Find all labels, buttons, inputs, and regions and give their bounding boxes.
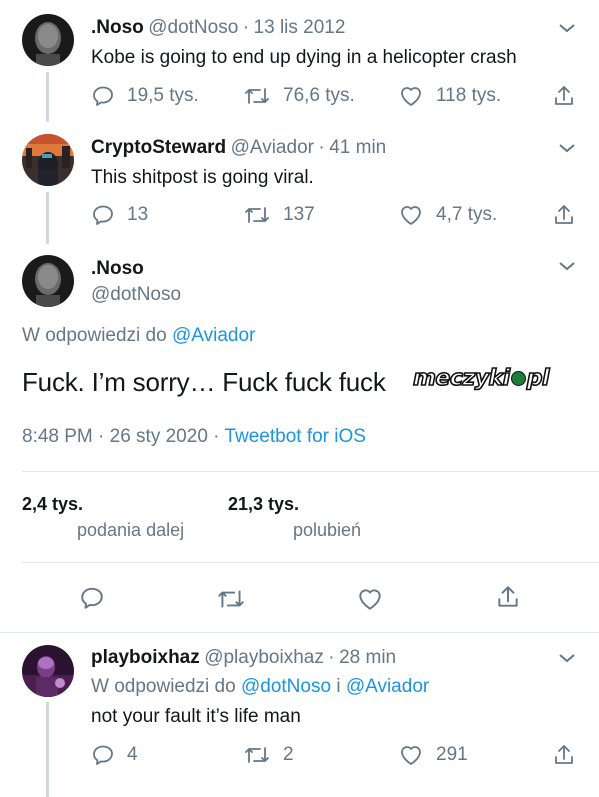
chevron-down-icon[interactable] <box>558 22 576 34</box>
like-button[interactable]: 4,7 tys. <box>398 203 497 227</box>
user-handle[interactable]: @dotNoso <box>91 284 181 306</box>
separator: · <box>328 647 335 668</box>
retweet-icon <box>245 88 269 104</box>
reply-icon[interactable] <box>79 585 105 611</box>
tweet-header: .Noso @dotNoso · 13 lis 2012 <box>91 17 345 39</box>
chevron-down-icon[interactable] <box>558 260 576 272</box>
client-link[interactable]: Tweetbot for iOS <box>224 426 366 447</box>
retweets-label[interactable]: podania dalej <box>77 520 184 541</box>
retweet-icon <box>245 747 269 763</box>
retweet-icon <box>245 207 269 223</box>
tweet-date[interactable]: 13 lis 2012 <box>254 17 346 38</box>
like-button[interactable]: 118 tys. <box>398 84 501 108</box>
avatar[interactable] <box>22 134 74 186</box>
chevron-down-icon[interactable] <box>558 652 576 664</box>
reply-context: W odpowiedzi do @Aviador <box>22 325 255 347</box>
separator: · <box>242 17 250 38</box>
retweet-icon[interactable] <box>216 586 246 612</box>
reply-icon <box>93 205 113 225</box>
reply-count: 4 <box>127 744 138 765</box>
like-count: 118 tys. <box>436 85 502 106</box>
mention-link[interactable]: @dotNoso <box>241 676 331 697</box>
divider <box>22 562 599 563</box>
user-name[interactable]: .Noso <box>91 17 144 38</box>
tweet-header: playboixhaz @playboixhaz · 28 min <box>91 647 396 669</box>
retweet-button[interactable]: 137 <box>243 203 315 227</box>
reply-count: 19,5 tys. <box>127 85 199 106</box>
retweet-button[interactable]: 76,6 tys. <box>243 84 355 108</box>
chevron-down-icon[interactable] <box>558 142 576 154</box>
tweet-time: 8:48 PM · 26 sty 2020 · <box>22 426 220 447</box>
like-icon[interactable] <box>356 586 384 612</box>
like-icon <box>401 746 421 765</box>
user-handle[interactable]: @playboixhaz <box>204 647 324 668</box>
retweets-count[interactable]: 2,4 tys. <box>22 494 83 515</box>
avatar[interactable] <box>22 14 74 66</box>
like-count: 291 <box>436 744 468 765</box>
like-button[interactable]: 291 <box>398 743 468 767</box>
reply-icon <box>93 745 113 765</box>
tweet-meta: 8:48 PM · 26 sty 2020 · Tweetbot for iOS <box>22 426 366 448</box>
like-icon <box>401 87 421 106</box>
reply-button[interactable]: 4 <box>91 743 138 767</box>
thread-line <box>46 702 49 797</box>
reply-button[interactable]: 13 <box>91 203 148 227</box>
like-icon <box>401 206 421 225</box>
share-icon[interactable] <box>495 584 521 610</box>
thread-line <box>46 72 49 122</box>
tweet-text: not your fault it’s life man <box>91 706 301 727</box>
reply-button[interactable]: 19,5 tys. <box>91 84 199 108</box>
reply-prefix: W odpowiedzi do <box>22 325 167 346</box>
divider <box>0 632 599 633</box>
divider <box>22 471 599 472</box>
reply-context: W odpowiedzi do @dotNoso i @Aviador <box>91 676 429 698</box>
retweet-count: 2 <box>283 744 294 765</box>
likes-count[interactable]: 21,3 tys. <box>228 494 299 515</box>
reply-count: 13 <box>127 204 149 225</box>
retweet-count: 76,6 tys. <box>283 85 355 106</box>
separator: · <box>318 137 325 158</box>
user-name[interactable]: .Noso <box>91 258 144 280</box>
tweet-header: CryptoSteward @Aviador · 41 min <box>91 137 386 159</box>
reply-joiner: i <box>336 676 341 697</box>
likes-label[interactable]: polubień <box>293 520 361 541</box>
retweet-button[interactable]: 2 <box>243 743 294 767</box>
tweet-text: This shitpost is going viral. <box>91 167 314 188</box>
avatar[interactable] <box>22 255 74 307</box>
mention-link[interactable]: @Aviador <box>172 325 255 346</box>
mention-link[interactable]: @Aviador <box>346 676 429 697</box>
avatar[interactable] <box>22 645 74 697</box>
thread-line <box>46 192 49 244</box>
tweet-date[interactable]: 28 min <box>339 647 396 668</box>
user-name[interactable]: playboixhaz <box>91 647 200 668</box>
like-count: 4,7 tys. <box>436 204 498 225</box>
tweet-text: Kobe is going to end up dying in a helic… <box>91 47 517 68</box>
user-handle[interactable]: @Aviador <box>231 137 314 158</box>
reply-icon <box>93 86 113 106</box>
reply-prefix: W odpowiedzi do <box>91 676 236 697</box>
tweet-date[interactable]: 41 min <box>329 137 386 158</box>
watermark-logo: meczyki pl <box>409 365 553 392</box>
retweet-count: 137 <box>283 204 315 225</box>
tweet-text: Fuck. I’m sorry… Fuck fuck fuck <box>22 367 386 397</box>
share-icon[interactable] <box>552 743 576 767</box>
user-name[interactable]: CryptoSteward <box>91 137 226 158</box>
share-icon[interactable] <box>552 203 576 227</box>
user-handle[interactable]: @dotNoso <box>148 17 238 38</box>
share-icon[interactable] <box>552 84 576 108</box>
